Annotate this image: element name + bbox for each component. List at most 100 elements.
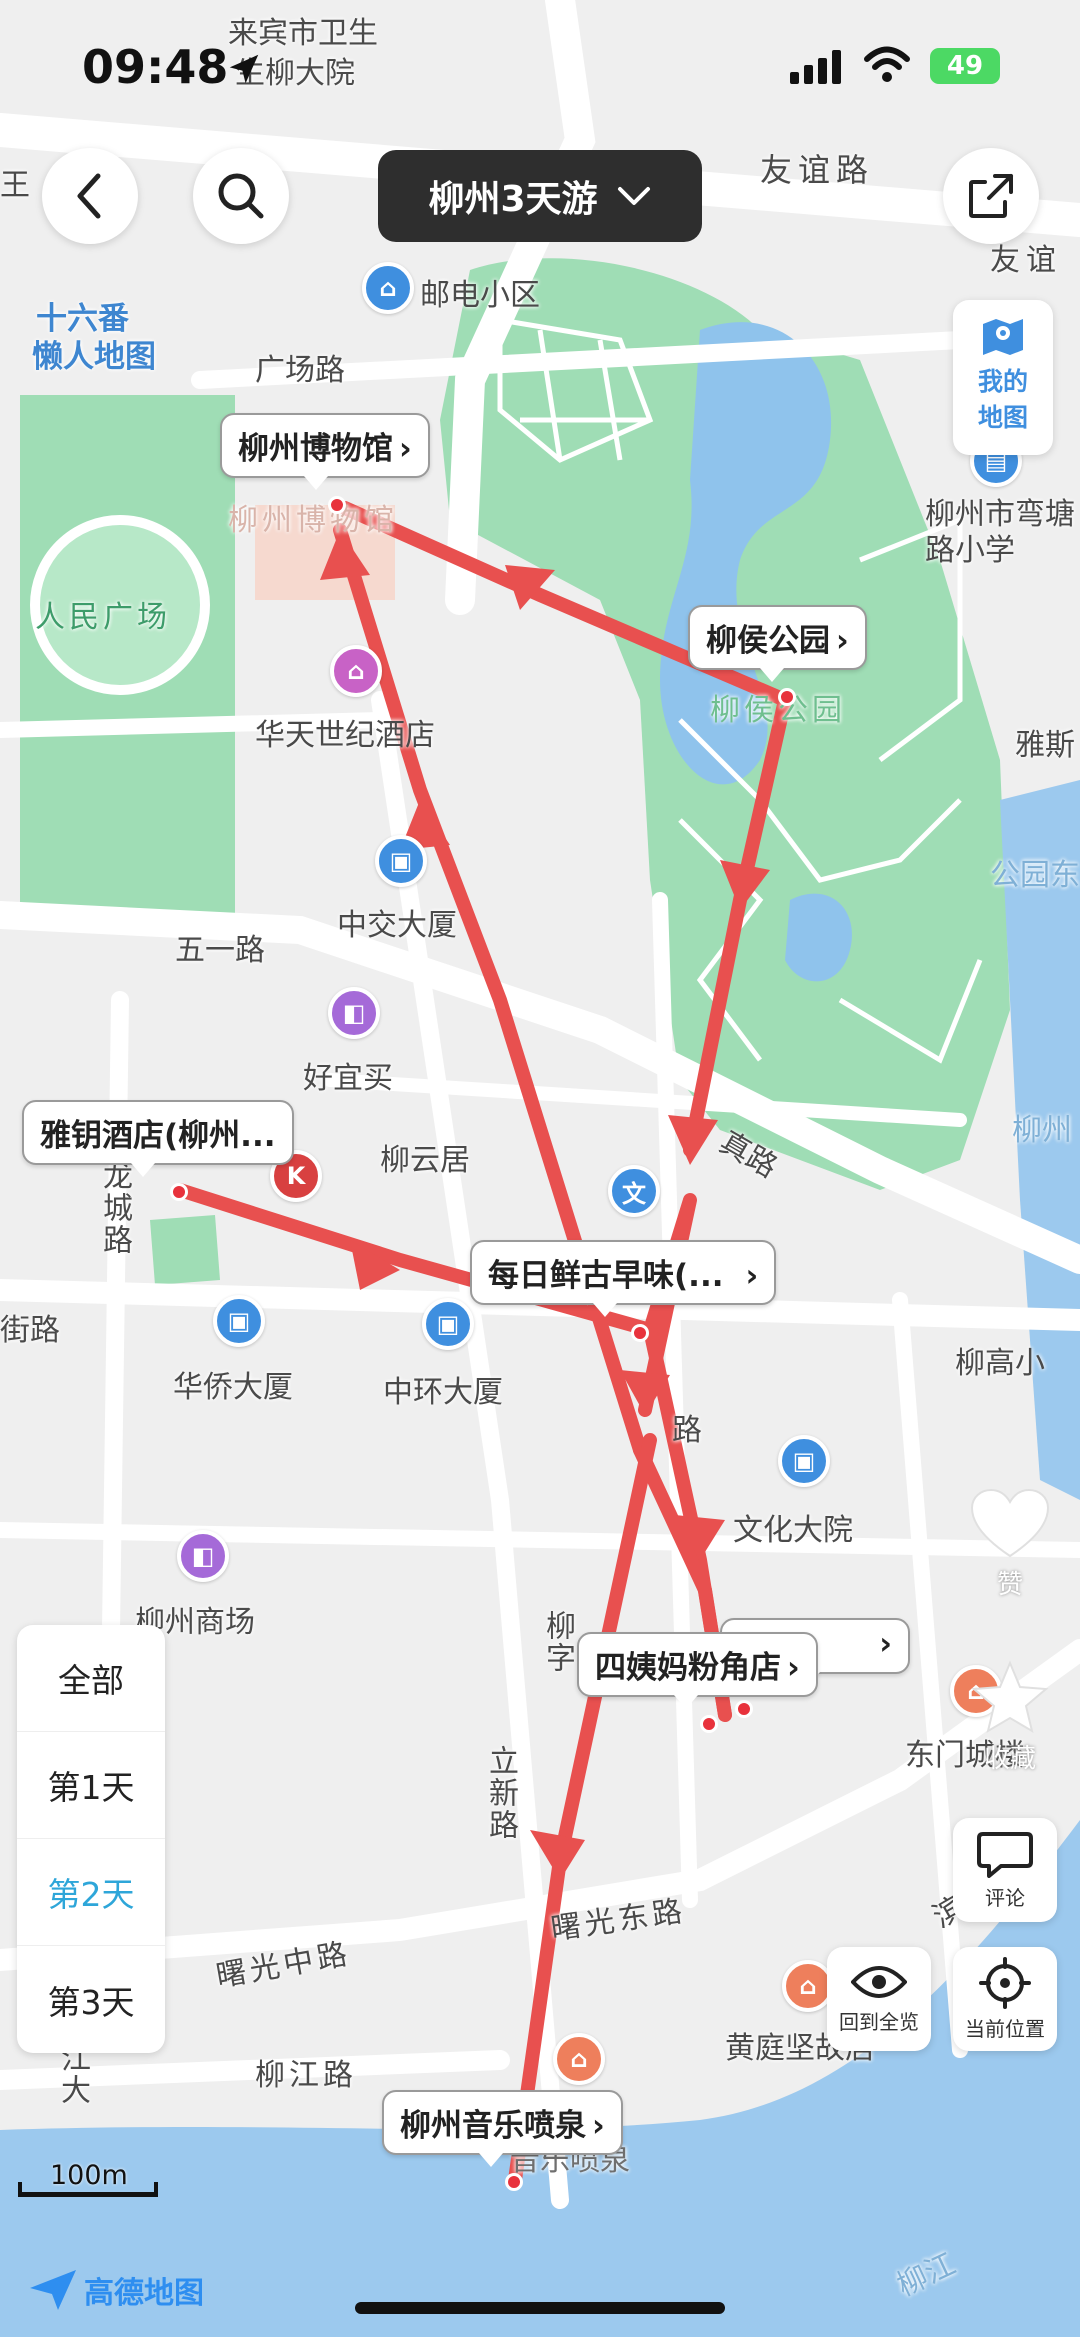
museum-pin[interactable] [328, 496, 346, 514]
siyima-pin[interactable] [700, 1715, 718, 1733]
overlay-logo-line2: 懒人地图 [32, 339, 156, 375]
day-tab-1[interactable]: 第1天 [17, 1732, 165, 1839]
chevron-right-icon: › [592, 2108, 605, 2144]
road-label-jie: 街路 [0, 1313, 60, 1348]
area-label-zhonghuan: 中环大厦 [383, 1375, 503, 1410]
callout-museum-label: 柳州博物馆 [238, 431, 393, 467]
day-tab-all[interactable]: 全部 [17, 1625, 165, 1732]
battery-icon: 49 [930, 48, 1000, 84]
area-label-wang: 王 [0, 168, 30, 203]
area-label-liuzhou-east: 柳州 [1012, 1113, 1072, 1148]
wifi-icon [864, 46, 910, 82]
day-tab-3[interactable]: 第3天 [17, 1946, 165, 2053]
day-tab-2[interactable]: 第2天 [17, 1839, 165, 1946]
area-label-museum-faded: 柳州博物馆 [228, 503, 398, 538]
road-label-youyi: 友谊路 [760, 151, 875, 189]
area-label-renmin: 人民广场 [35, 600, 171, 635]
brand-logo: 高德地图 [28, 2268, 204, 2312]
siyima-pin-2[interactable] [735, 1700, 753, 1718]
liuhou-park-pin[interactable] [778, 688, 796, 706]
heart-icon [970, 1488, 1050, 1558]
chevron-right-icon: › [399, 431, 412, 467]
current-location-button[interactable]: 当前位置 [953, 1947, 1057, 2051]
office-poi-icon-3[interactable]: ▣ [422, 1298, 474, 1350]
area-label-liugao: 柳高小 [955, 1346, 1045, 1381]
overlay-logo-line1: 十六番 [36, 301, 129, 337]
overview-button[interactable]: 回到全览 [827, 1947, 931, 2051]
callout-museum[interactable]: 柳州博物馆 › [220, 413, 430, 490]
area-label-huatian: 华天世纪酒店 [255, 718, 435, 753]
current-location-label: 当前位置 [965, 2016, 1045, 2041]
culture-poi-icon[interactable]: 文 [608, 1165, 660, 1217]
status-time: 09:48 [82, 40, 229, 94]
star-icon [971, 1660, 1049, 1734]
hotel-pin[interactable] [170, 1183, 188, 1201]
comment-icon [977, 1831, 1033, 1878]
chevron-left-icon [77, 173, 101, 219]
like-label: 赞 [996, 1570, 1023, 1600]
collect-label: 收藏 [983, 1744, 1036, 1774]
scale-bar: 100m [18, 2160, 158, 2200]
collect-button[interactable]: 收藏 [965, 1660, 1055, 1775]
meiri-pin[interactable] [631, 1324, 649, 1342]
day-selector: 全部 第1天 第2天 第3天 [17, 1625, 165, 2053]
road-label-guangchang: 广场路 [255, 353, 345, 388]
locate-icon [979, 1956, 1031, 2009]
office-poi-icon-2[interactable]: ▣ [213, 1295, 265, 1347]
park-small [150, 1215, 220, 1285]
shop-poi-icon[interactable]: ◧ [328, 987, 380, 1039]
fountain-poi-icon[interactable]: ⌂ [553, 2033, 605, 2085]
area-label-zhongjiao: 中交大厦 [337, 908, 457, 943]
chevron-right-icon: › [745, 1258, 759, 1294]
road-label-liujiang-road: 柳江路 [255, 2058, 357, 2093]
area-label-park-east: 公园东 [990, 858, 1080, 893]
eye-icon [851, 1965, 907, 1998]
callout-yayue-hotel[interactable]: 雅钥酒店(柳州... [22, 1100, 294, 1177]
callout-liuhou-park[interactable]: 柳侯公园 › [688, 605, 867, 682]
office-poi-icon-4[interactable]: ▣ [778, 1435, 830, 1487]
area-label-liuyunju: 柳云居 [380, 1143, 470, 1178]
fountain-pin[interactable] [505, 2173, 523, 2191]
scale-tick-left [18, 2182, 22, 2197]
chevron-down-icon [617, 187, 650, 205]
callout-meiri[interactable]: 每日鲜古早味(... › [470, 1240, 777, 1317]
callout-hotel-label: 雅钥酒店(柳州... [40, 1118, 276, 1154]
like-button[interactable]: 赞 [965, 1488, 1055, 1601]
callout-siyima[interactable]: 四姨妈粉角店 › [577, 1632, 818, 1709]
hotel-poi-icon[interactable]: ⌂ [330, 645, 382, 697]
trip-title: 柳州3天游 [428, 179, 598, 220]
search-button[interactable] [193, 148, 289, 244]
back-button[interactable] [42, 148, 138, 244]
my-map-button[interactable]: 我的 地图 [953, 300, 1053, 455]
road-label-longcheng: 龙城路 [97, 1160, 132, 1256]
chevron-right-icon: › [836, 623, 849, 659]
area-label-school: 柳州市弯塘路小学 [925, 497, 1075, 568]
home-indicator [355, 2302, 725, 2314]
amap-logo-icon [30, 2270, 76, 2310]
shop-poi-icon-2[interactable]: ◧ [177, 1530, 229, 1582]
area-label-liuhou-faded: 柳侯公园 [710, 693, 846, 728]
chevron-right-icon: › [879, 1626, 892, 1662]
callout-siyima-label: 四姨妈粉角店 [595, 1650, 781, 1686]
callout-liuhou-label: 柳侯公园 [706, 623, 830, 659]
road-label-lu: 路 [672, 1413, 702, 1448]
area-label-youdian: 邮电小区 [420, 278, 540, 313]
search-icon [218, 173, 264, 219]
trip-title-dropdown[interactable]: 柳州3天游 [378, 150, 702, 242]
road-label-lixin: 立新路 [483, 1745, 518, 1841]
callout-fountain[interactable]: 柳州音乐喷泉 › [382, 2090, 623, 2167]
area-label-liu-zi: 柳字 [540, 1610, 575, 1674]
comment-button[interactable]: 评论 [953, 1818, 1057, 1922]
callout-meiri-label: 每日鲜古早味(... [488, 1258, 724, 1294]
office-poi-icon[interactable]: ▣ [375, 835, 427, 887]
share-button[interactable] [943, 148, 1039, 244]
residence-poi-icon[interactable]: ⌂ [362, 262, 414, 314]
road-label-wuyi: 五一路 [175, 933, 265, 968]
overlay-logo: 十六番 懒人地图 [32, 300, 156, 376]
chevron-right-icon: › [787, 1650, 800, 1686]
comment-label: 评论 [985, 1885, 1025, 1910]
my-map-label-line1: 我的 [977, 367, 1028, 396]
area-label-huaqiao: 华侨大厦 [173, 1370, 293, 1405]
area-label-wenhua: 文化大院 [733, 1513, 853, 1548]
share-icon [969, 174, 1013, 218]
